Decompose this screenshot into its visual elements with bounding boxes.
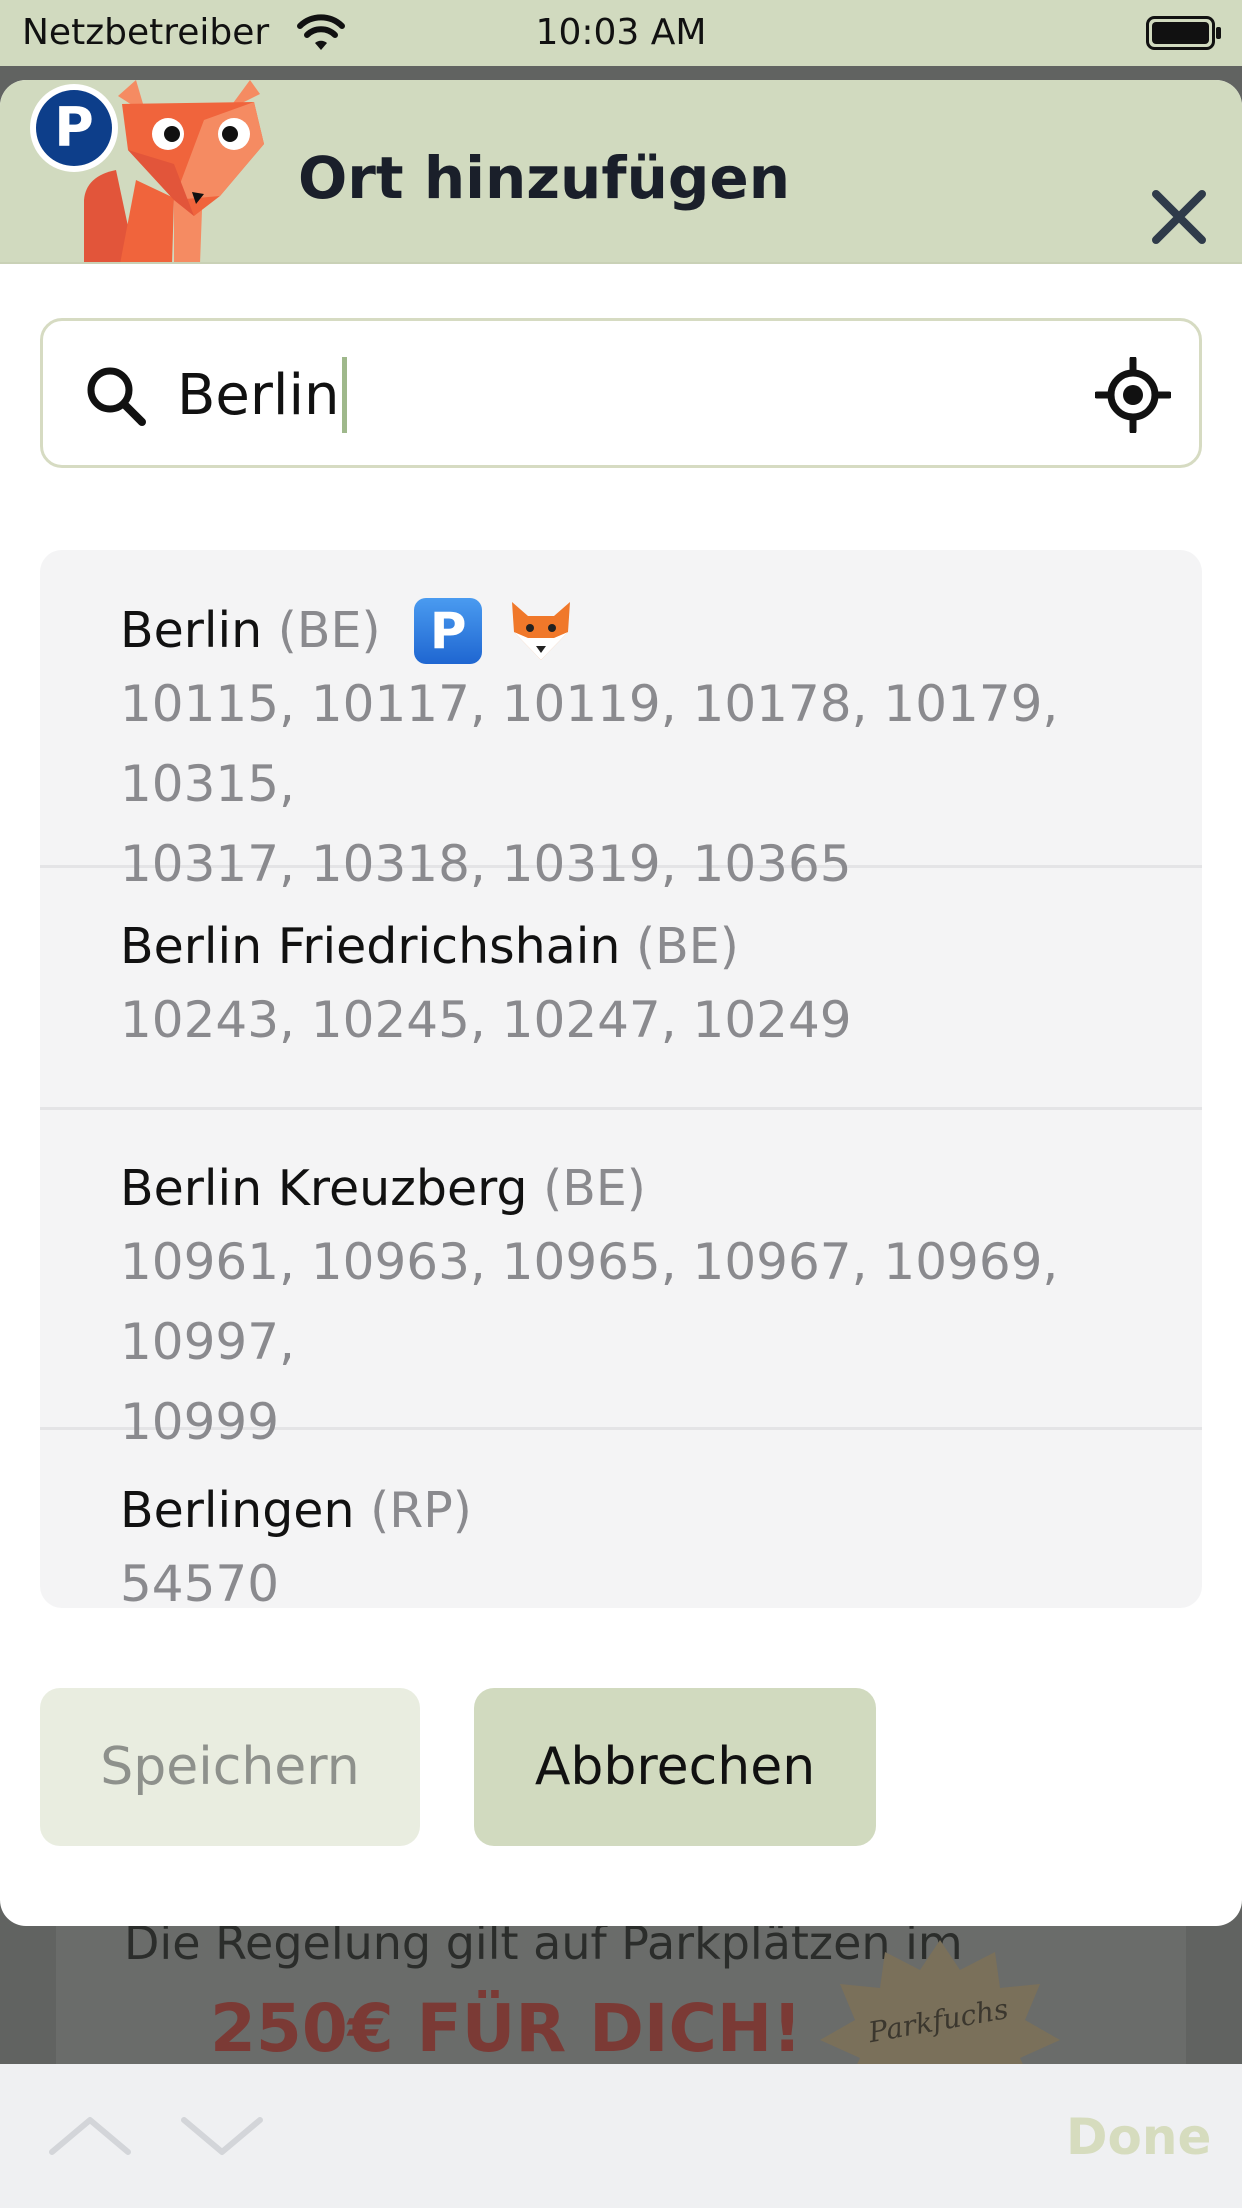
fox-tag-icon	[511, 601, 570, 660]
result-state: (RP)	[370, 1482, 472, 1539]
parking-tag-icon: P	[414, 597, 483, 664]
background-promo: 250€ FÜR DICH!	[210, 1990, 803, 2067]
modal-title: Ort hinzufügen	[298, 144, 791, 212]
list-item[interactable]: Berlin (BE) P 10115, 10117, 10119, 10178…	[40, 550, 1202, 893]
header-divider	[0, 262, 1242, 264]
result-zip-codes: 54570	[120, 1555, 280, 1608]
result-zip-codes: 10115, 10117, 10119, 10178, 10179, 10315…	[120, 675, 1059, 813]
list-item[interactable]: Berlin Friedrichshain (BE) 10243, 10245,…	[40, 868, 1202, 1110]
save-button[interactable]: Speichern	[40, 1688, 420, 1846]
cancel-button[interactable]: Abbrechen	[474, 1688, 876, 1846]
done-button[interactable]: Done	[1066, 2108, 1211, 2166]
result-state: (BE)	[277, 602, 381, 659]
search-input[interactable]: Berlin	[177, 356, 347, 433]
result-name: Berlin Kreuzberg	[120, 1160, 528, 1217]
close-icon	[1152, 190, 1206, 244]
clock: 10:03 AM	[535, 12, 707, 53]
results-list: Berlin (BE) P 10115, 10117, 10119, 10178…	[40, 550, 1202, 1608]
locate-icon[interactable]	[1095, 357, 1171, 433]
result-zip-codes: 10243, 10245, 10247, 10249	[120, 991, 852, 1049]
result-name: Berlin	[120, 602, 263, 659]
add-location-modal: P Ort hinzufügen Berlin Berlin (BE) P 10…	[0, 80, 1242, 1926]
modal-header: P Ort hinzufügen	[0, 80, 1242, 264]
close-button[interactable]	[1148, 186, 1210, 248]
keyboard-accessory-bar: Done	[0, 2064, 1242, 2208]
list-item[interactable]: Berlingen (RP) 54570	[40, 1430, 1202, 1608]
result-name: Berlingen	[120, 1482, 355, 1539]
search-icon	[87, 367, 146, 426]
result-name: Berlin Friedrichshain	[120, 918, 621, 975]
search-field[interactable]: Berlin	[40, 318, 1202, 468]
result-state: (BE)	[636, 918, 739, 975]
result-zip-codes: 10961, 10963, 10965, 10967, 10969, 10997…	[120, 1233, 1059, 1371]
list-item[interactable]: Berlin Kreuzberg (BE) 10961, 10963, 1096…	[40, 1110, 1202, 1451]
result-state: (BE)	[543, 1160, 646, 1217]
status-bar: Netzbetreiber 10:03 AM	[0, 0, 1242, 66]
text-caret	[341, 356, 347, 433]
search-input-value: Berlin	[177, 363, 340, 428]
battery-icon	[1146, 16, 1221, 50]
parking-logo-icon: P	[30, 84, 118, 172]
chevron-down-icon[interactable]	[172, 2108, 272, 2164]
app-logo: P	[30, 80, 264, 264]
svg-text:P: P	[54, 96, 94, 159]
chevron-up-icon[interactable]	[40, 2108, 140, 2164]
